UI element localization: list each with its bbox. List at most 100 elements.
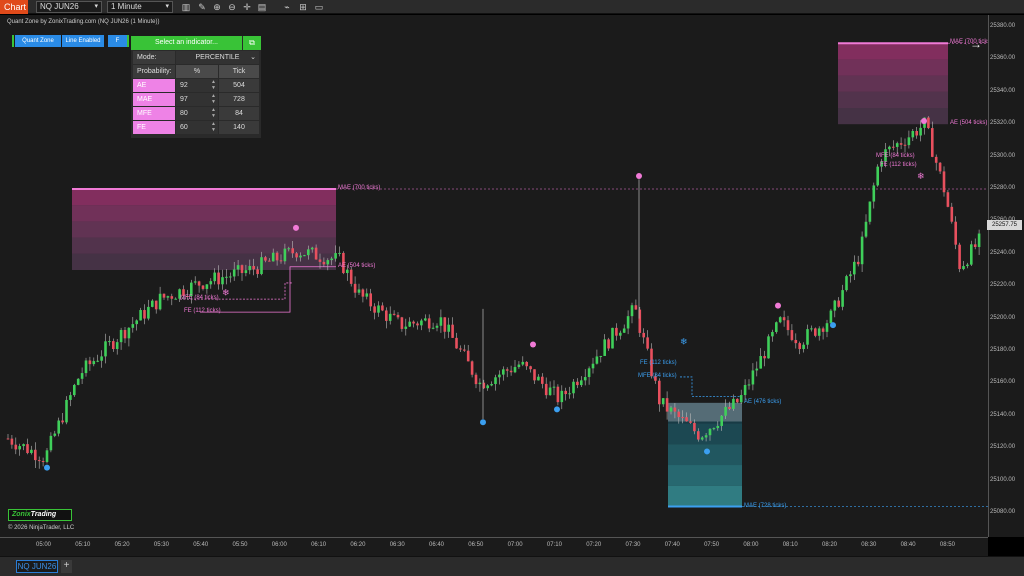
- bar-style-icon[interactable]: ▥: [180, 1, 192, 13]
- candle-body: [829, 310, 833, 324]
- candle-body: [147, 306, 150, 319]
- candle-body: [817, 328, 821, 336]
- candle-body: [143, 310, 146, 319]
- candle-body: [37, 460, 41, 462]
- zone-band: [838, 108, 948, 125]
- logo-part-a: Zonix: [12, 511, 31, 518]
- tick-value-ae[interactable]: 504: [219, 79, 259, 92]
- candle-body: [806, 329, 809, 345]
- f-button[interactable]: F: [108, 35, 127, 47]
- candle-body: [104, 341, 107, 357]
- candle-body: [607, 339, 610, 349]
- spinner-icon[interactable]: ▲ ▼: [211, 93, 216, 105]
- row-label-fe: FE: [133, 121, 175, 134]
- candle-body: [572, 381, 575, 394]
- candle-body: [310, 247, 314, 250]
- line-enabled-button[interactable]: Line Enabled: [62, 35, 104, 47]
- candle-body: [825, 323, 829, 332]
- candle-body: [252, 265, 255, 270]
- tick-value-fe[interactable]: 140: [219, 121, 259, 134]
- candle-body: [634, 305, 638, 310]
- candle-body: [346, 269, 349, 274]
- candle-body: [591, 363, 595, 369]
- candle-body: [513, 367, 517, 373]
- interval-selector[interactable]: 1 Minute ▾: [107, 1, 173, 13]
- candle-body: [490, 384, 493, 386]
- zone-band: [72, 237, 336, 254]
- zoom-in-icon[interactable]: ⊕: [211, 1, 223, 13]
- time-tick-label: 08:00: [743, 542, 759, 548]
- candle-body: [970, 244, 973, 265]
- templates-icon[interactable]: ▭: [313, 1, 325, 13]
- candle-body: [14, 444, 18, 450]
- chart-area[interactable]: ❄ ❄ ❄ Quant Zone by ZonixTrading.com (NQ J…: [0, 15, 992, 537]
- candle-body: [864, 221, 868, 237]
- time-tick-label: 06:20: [350, 542, 366, 548]
- candle-body: [225, 276, 228, 278]
- properties-icon[interactable]: ▤: [256, 1, 268, 13]
- quant-zone-button[interactable]: Quant Zone: [15, 35, 61, 47]
- candle-body: [505, 369, 509, 371]
- pct-input-ae[interactable]: 92 ▲ ▼: [176, 79, 218, 92]
- candle-body: [611, 327, 614, 349]
- external-link-icon[interactable]: ⧉: [243, 36, 261, 50]
- candle-body: [322, 261, 326, 265]
- candle-body: [174, 298, 177, 300]
- time-tick-label: 05:20: [114, 542, 130, 548]
- candle-body: [119, 329, 123, 343]
- candle-body: [899, 143, 903, 145]
- candle-body: [599, 355, 603, 357]
- tick-value-mae[interactable]: 728: [219, 93, 259, 106]
- strategies-icon[interactable]: ⊞: [297, 1, 309, 13]
- zoom-out-icon[interactable]: ⊖: [226, 1, 238, 13]
- spinner-icon[interactable]: ▲ ▼: [211, 107, 216, 119]
- tick-value-mfe[interactable]: 84: [219, 107, 259, 120]
- zone-band: [668, 465, 742, 486]
- candle-body: [665, 398, 669, 412]
- pct-value: 60: [180, 124, 188, 131]
- candle-body: [966, 264, 969, 267]
- pct-input-fe[interactable]: 60 ▲ ▼: [176, 121, 218, 134]
- signal-dot: [636, 173, 642, 180]
- candle-body: [622, 328, 626, 333]
- candle-body: [837, 300, 840, 307]
- candle-body: [112, 341, 115, 350]
- candle-body: [755, 368, 759, 371]
- pct-input-mfe[interactable]: 80 ▲ ▼: [176, 107, 218, 120]
- chart-tab[interactable]: Chart: [0, 0, 28, 14]
- zone-band: [838, 75, 948, 92]
- pct-value: 97: [180, 96, 188, 103]
- pct-input-mae[interactable]: 97 ▲ ▼: [176, 93, 218, 106]
- spinner-icon[interactable]: ▲ ▼: [211, 121, 216, 133]
- qz-accent: [12, 35, 14, 47]
- candle-body: [544, 383, 548, 396]
- candle-body: [767, 336, 770, 359]
- candle-body: [236, 265, 240, 270]
- add-tab-button[interactable]: +: [61, 560, 72, 573]
- time-axis[interactable]: 05:00 05:10 05:20 05:30 05:40 05:50 06:00 06:10…: [0, 537, 988, 556]
- candle-body: [123, 329, 127, 339]
- instrument-selector[interactable]: NQ JUN26 ▾: [36, 1, 102, 13]
- crosshair-icon[interactable]: ✛: [241, 1, 253, 13]
- candle-body: [451, 324, 454, 338]
- draw-tool-icon[interactable]: ✎: [196, 1, 208, 13]
- mode-select[interactable]: PERCENTILE ⌄: [176, 51, 259, 64]
- time-tick-label: 06:50: [468, 542, 484, 548]
- instrument-tab[interactable]: NQ JUN26: [16, 560, 58, 573]
- candle-body: [716, 425, 720, 429]
- candle-body: [349, 269, 353, 284]
- candle-body: [689, 421, 692, 423]
- indicators-icon[interactable]: ⌁: [281, 1, 293, 13]
- spinner-icon[interactable]: ▲ ▼: [211, 79, 216, 91]
- price-tick-label: 25200.00: [990, 314, 1016, 321]
- candle-body: [166, 296, 170, 298]
- candle-body: [381, 305, 384, 311]
- candle-body: [903, 144, 907, 146]
- price-tick-label: 25160.00: [990, 379, 1016, 386]
- candle-body: [712, 428, 716, 430]
- candle-body: [693, 422, 696, 432]
- price-axis[interactable]: 25380.00 25360.00 25340.00 25320.00 25300.00…: [988, 15, 1024, 537]
- price-tick-label: 25120.00: [990, 444, 1016, 451]
- zone-band: [668, 485, 742, 507]
- select-indicator-button[interactable]: Select an indicator...: [131, 36, 242, 50]
